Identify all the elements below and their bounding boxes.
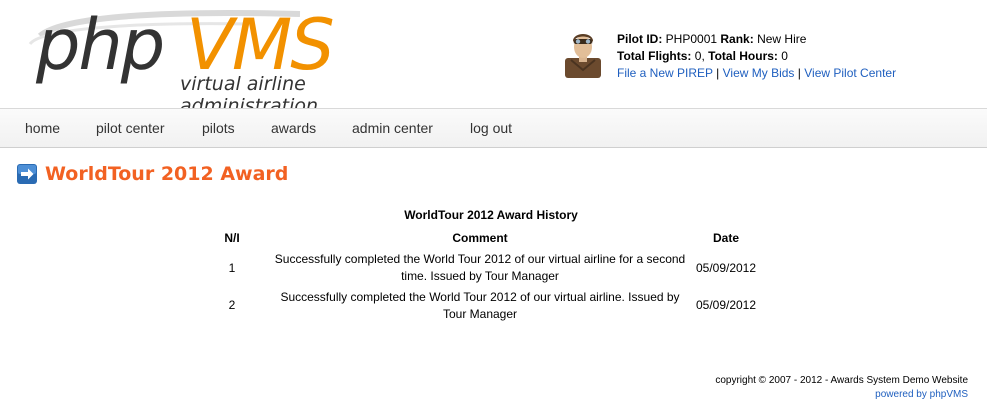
row-number: 2 — [228, 298, 236, 312]
pilot-info: Pilot ID: PHP0001 Rank: New Hire Total F… — [617, 31, 896, 82]
site-header: php VMS virtual airline administration P… — [0, 0, 987, 117]
total-hours-value: 0 — [781, 49, 788, 63]
main-nav: home pilot center pilots awards admin ce… — [0, 108, 987, 148]
row-comment-line: Successfully completed the World Tour 20… — [274, 252, 686, 266]
pilot-avatar-icon — [565, 34, 601, 78]
total-flights-label: Total Flights: — [617, 49, 692, 63]
pilot-links-line: File a New PIREP | View My Bids | View P… — [617, 65, 896, 82]
row-date: 05/09/2012 — [695, 298, 757, 312]
rank-value: New Hire — [757, 32, 807, 46]
powered-by-link[interactable]: powered by phpVMS — [875, 389, 968, 400]
site-logo[interactable]: php VMS virtual airline administration — [0, 0, 420, 117]
nav-item-home[interactable]: home — [25, 120, 60, 136]
total-hours-label: Total Hours: — [708, 49, 778, 63]
pilot-id-label: Pilot ID: — [617, 32, 663, 46]
nav-item-awards[interactable]: awards — [271, 120, 316, 136]
row-comment: Successfully completed the World Tour 20… — [256, 251, 704, 285]
site-footer: copyright © 2007 - 2012 - Awards System … — [715, 374, 968, 402]
logo-vms-text: VMS — [186, 4, 335, 86]
link-separator: | — [797, 66, 801, 80]
row-comment-line: Tour Manager — [442, 307, 518, 321]
file-pirep-link[interactable]: File a New PIREP — [617, 66, 713, 80]
rank-label: Rank: — [720, 32, 754, 46]
pilot-id-value: PHP0001 — [665, 32, 718, 46]
nav-item-pilots[interactable]: pilots — [202, 120, 235, 136]
row-date: 05/09/2012 — [695, 261, 757, 275]
row-comment-line: Successfully completed the World Tour 20… — [280, 290, 680, 304]
link-separator: | — [716, 66, 720, 80]
copyright-text: copyright © 2007 - 2012 - Awards System … — [715, 375, 968, 386]
column-header-comment: Comment — [452, 231, 508, 245]
page-title: WorldTour 2012 Award — [45, 163, 289, 185]
pilot-id-rank-line: Pilot ID: PHP0001 Rank: New Hire — [617, 31, 896, 48]
pilot-stats-line: Total Flights: 0, Total Hours: 0 — [617, 48, 896, 65]
logo-php-text: php — [36, 4, 165, 86]
nav-item-admin-center[interactable]: admin center — [352, 120, 433, 136]
view-bids-link[interactable]: View My Bids — [723, 66, 795, 80]
row-number: 1 — [228, 261, 236, 275]
arrow-right-icon — [17, 164, 37, 184]
pilot-summary: Pilot ID: PHP0001 Rank: New Hire Total F… — [565, 30, 965, 84]
nav-item-log-out[interactable]: log out — [470, 120, 512, 136]
row-comment-line: time. Issued by Tour Manager — [401, 269, 559, 283]
nav-item-pilot-center[interactable]: pilot center — [96, 120, 164, 136]
view-pilot-center-link[interactable]: View Pilot Center — [804, 66, 896, 80]
total-flights-value: 0, — [694, 49, 705, 63]
column-header-date: Date — [712, 231, 739, 245]
table-caption: WorldTour 2012 Award History — [404, 208, 578, 222]
column-header-ni: N/I — [224, 231, 240, 245]
row-comment: Successfully completed the World Tour 20… — [256, 289, 704, 323]
